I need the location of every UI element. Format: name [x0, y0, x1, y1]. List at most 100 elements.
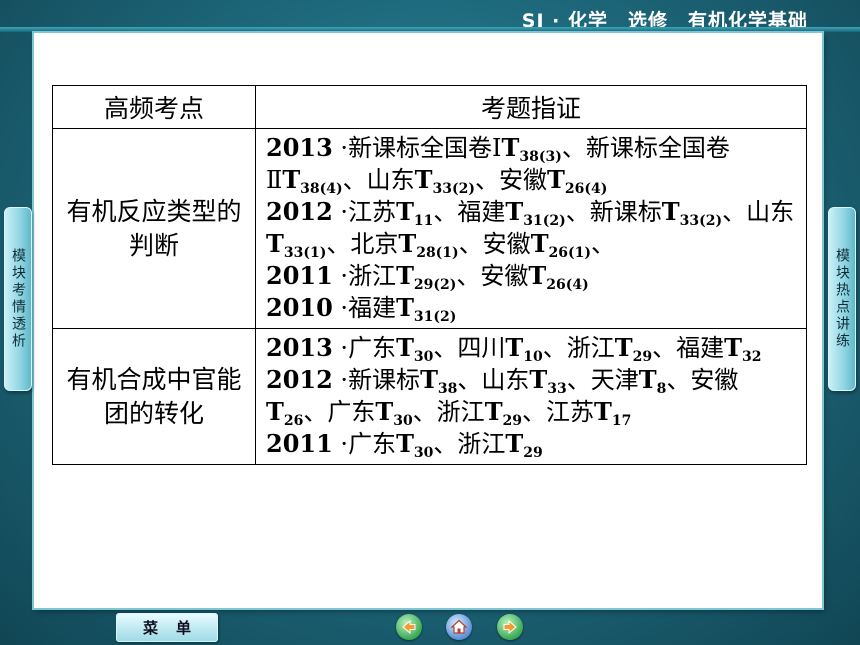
- evidence-line: 2010 ·福建T31(2): [266, 292, 798, 324]
- evidence-text: T: [505, 429, 524, 458]
- evidence-text: ·: [332, 134, 349, 162]
- evidence-text: 、新课标: [565, 198, 662, 226]
- evidence-cell: 2013 ·新课标全国卷ⅠT38(3)、新课标全国卷ⅡT38(4)、山东T33(…: [255, 128, 807, 329]
- home-icon: [450, 619, 468, 634]
- evidence-text: 广东: [348, 334, 397, 362]
- evidence-text: T: [396, 197, 414, 226]
- evidence-text: ·: [332, 334, 349, 362]
- question-number: 11: [413, 213, 434, 229]
- prev-button[interactable]: [396, 614, 422, 640]
- evidence-text: ·: [332, 430, 349, 458]
- question-number: 26(1): [548, 245, 592, 261]
- evidence-text: 新课标全国卷Ⅰ: [348, 134, 502, 162]
- next-button[interactable]: [497, 614, 523, 640]
- question-number: 29: [523, 445, 543, 461]
- question-number: 30: [413, 349, 434, 365]
- evidence-text: 、山东: [342, 166, 415, 194]
- question-number: 29: [502, 413, 523, 429]
- question-number: 38(3): [519, 149, 562, 165]
- topic-cell: 有机反应类型的判断: [52, 128, 256, 329]
- table-row: 有机合成中官能团的转化 2013 ·广东T30、四川T10、浙江T29、福建T3…: [52, 328, 807, 465]
- evidence-text: T: [614, 333, 633, 362]
- evidence-text: 2012: [266, 197, 333, 226]
- evidence-text: 、广东: [303, 398, 376, 426]
- header-topic: 高频考点: [52, 85, 256, 129]
- evidence-line: 2013 ·广东T30、四川T10、浙江T29、福建T32: [266, 332, 798, 364]
- evidence-text: 、天津: [566, 366, 639, 394]
- evidence-text: ·: [332, 366, 349, 394]
- evidence-text: 、山东: [457, 366, 530, 394]
- evidence-text: T: [724, 333, 742, 362]
- question-number: 31(2): [413, 309, 457, 325]
- table-row: 有机反应类型的判断 2013 ·新课标全国卷ⅠT38(3)、新课标全国卷ⅡT38…: [52, 128, 807, 329]
- evidence-text: T: [484, 397, 503, 426]
- evidence-text: 广东: [348, 430, 397, 458]
- evidence-text: 福建: [348, 294, 397, 322]
- evidence-text: T: [396, 333, 414, 362]
- evidence-text: T: [420, 365, 438, 394]
- topic-cell: 有机合成中官能团的转化: [52, 328, 256, 465]
- question-number: 26(4): [546, 277, 589, 293]
- question-number: 30: [413, 445, 434, 461]
- evidence-text: T: [638, 365, 657, 394]
- evidence-text: 2010: [266, 293, 333, 322]
- evidence-text: 2012: [266, 365, 333, 394]
- question-number: 38(4): [300, 181, 343, 197]
- question-number: 26: [283, 413, 304, 429]
- exam-table: 高频考点 考题指证 有机反应类型的判断 2013 ·新课标全国卷ⅠT38(3)、…: [52, 85, 807, 465]
- evidence-text: 、北京: [326, 230, 399, 258]
- table-header-row: 高频考点 考题指证: [52, 85, 807, 129]
- question-number: 30: [393, 413, 413, 429]
- question-number: 8: [656, 381, 667, 397]
- evidence-text: 2011: [266, 261, 333, 290]
- arrow-left-icon: [402, 619, 416, 635]
- evidence-text: 、安徽: [666, 366, 739, 394]
- evidence-text: 、江苏: [522, 398, 595, 426]
- evidence-text: 、浙江: [412, 398, 485, 426]
- question-number: 29(2): [413, 277, 457, 293]
- evidence-line: 2012 ·新课标T38、山东T33、天津T8、安徽T26、广东T30、浙江T2…: [266, 364, 798, 428]
- evidence-text: 2011: [266, 429, 333, 458]
- question-number: 28(1): [416, 245, 459, 261]
- evidence-text: T: [398, 229, 417, 258]
- tab-module-exam-analysis[interactable]: 模块考情透析: [4, 207, 32, 391]
- evidence-line: 2011 ·广东T30、浙江T29: [266, 428, 798, 460]
- evidence-line: 2012 ·江苏T11、福建T31(2)、新课标T33(2)、山东T33(1)、…: [266, 196, 798, 260]
- evidence-text: T: [594, 397, 612, 426]
- evidence-text: T: [396, 261, 414, 290]
- slide-content: 高频考点 考题指证 有机反应类型的判断 2013 ·新课标全国卷ⅠT38(3)、…: [34, 33, 822, 608]
- evidence-text: 新课标: [348, 366, 421, 394]
- evidence-line: 2013 ·新课标全国卷ⅠT38(3)、新课标全国卷ⅡT38(4)、山东T33(…: [266, 132, 798, 196]
- evidence-text: T: [547, 165, 565, 194]
- tab-module-hotspot-practice[interactable]: 模块热点讲练: [828, 207, 856, 391]
- evidence-text: T: [661, 197, 680, 226]
- evidence-text: T: [396, 429, 414, 458]
- evidence-text: ·: [332, 198, 349, 226]
- question-number: 33: [547, 381, 567, 397]
- evidence-text: T: [530, 229, 549, 258]
- evidence-text: 、: [591, 230, 616, 258]
- evidence-text: T: [266, 229, 284, 258]
- header-evidence: 考题指证: [255, 85, 807, 129]
- menu-button[interactable]: 菜单: [116, 613, 218, 642]
- evidence-text: 、浙江: [433, 430, 506, 458]
- tab-label: 模块热点讲练: [834, 248, 850, 350]
- question-number: 29: [632, 349, 653, 365]
- question-number: 38: [437, 381, 458, 397]
- evidence-text: T: [501, 133, 520, 162]
- evidence-text: 、福建: [652, 334, 725, 362]
- question-number: 32: [741, 349, 762, 365]
- evidence-text: 2013: [266, 333, 333, 362]
- arrow-right-icon: [503, 619, 517, 635]
- evidence-line: 2011 ·浙江T29(2)、安徽T26(4): [266, 260, 798, 292]
- evidence-text: 、福建: [433, 198, 506, 226]
- evidence-text: 、安徽: [458, 230, 531, 258]
- evidence-text: 、安徽: [456, 262, 529, 290]
- evidence-text: T: [375, 397, 394, 426]
- evidence-text: T: [505, 197, 524, 226]
- evidence-text: 浙江: [348, 262, 397, 290]
- question-number: 26(4): [564, 181, 608, 197]
- evidence-text: ·: [332, 262, 349, 290]
- question-number: 33(1): [283, 245, 327, 261]
- home-button[interactable]: [446, 614, 472, 640]
